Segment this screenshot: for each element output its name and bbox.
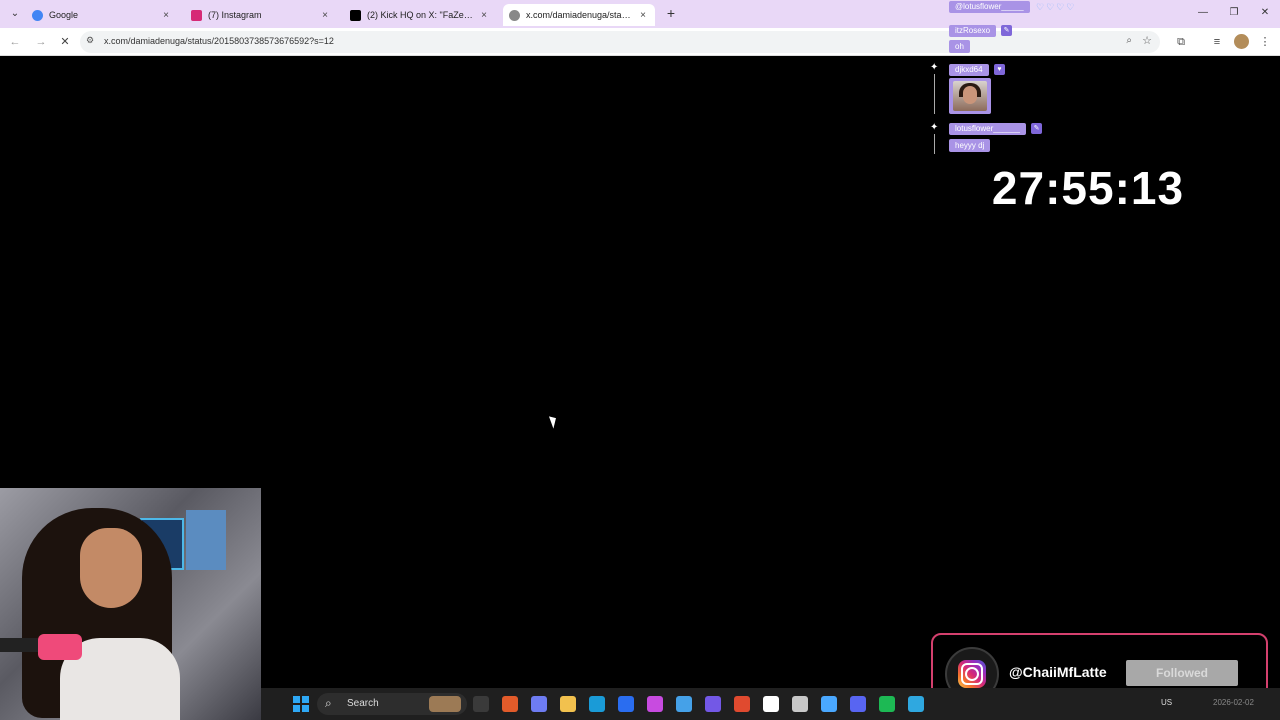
thread-line: [934, 74, 935, 114]
maximize-button[interactable]: ❐: [1227, 7, 1241, 18]
taskbar-app-icon[interactable]: [792, 696, 808, 712]
background-poster: [186, 510, 226, 570]
search-icon: ⌕: [325, 696, 332, 710]
taskbar-search[interactable]: ⌕ Search: [317, 693, 467, 715]
chat-message: oh: [949, 40, 970, 53]
windows-start-icon[interactable]: [293, 696, 309, 712]
close-icon[interactable]: ×: [160, 10, 172, 21]
tray-language: US: [1161, 698, 1173, 707]
taskbar-app-icon[interactable]: [502, 696, 518, 712]
stream-chat-overlay: @lotusflower_____ ♡♡♡♡ itzRosexo ✎ oh ✦ …: [930, 0, 1130, 160]
search-label: Search: [347, 698, 379, 709]
site-info-icon[interactable]: ⚙: [86, 35, 94, 46]
chat-username: djkxd64: [949, 64, 989, 76]
webcam-feed: [0, 488, 261, 720]
x-icon: [350, 9, 361, 21]
windows-taskbar: ⌕ Search US 2026-02-02: [261, 688, 1280, 720]
chat-username: lotusflower______: [949, 123, 1026, 135]
photo: [953, 81, 987, 111]
instagram-handle: @ChaiiMfLatte: [1009, 664, 1107, 680]
menu-icon[interactable]: ⋮: [1258, 35, 1272, 49]
heart-icons: ♡♡♡♡: [1036, 2, 1077, 12]
taskbar-app-icon[interactable]: [763, 696, 779, 712]
heart-badge-icon: ♥: [994, 64, 1005, 75]
taskbar-app-icon[interactable]: [705, 696, 721, 712]
microphone: [38, 634, 82, 660]
tray-date: 2026-02-02: [1213, 698, 1254, 707]
mouse-cursor-icon: [548, 414, 560, 429]
taskbar-app-icon[interactable]: [560, 696, 576, 712]
taskbar-app-icon[interactable]: [618, 696, 634, 712]
tab-title: (2) Kick HQ on X: "FaZe Silky we: [367, 10, 474, 20]
tab-title: x.com/damiadenuga/status/20: [526, 10, 633, 20]
taskbar-app-icon[interactable]: [821, 696, 837, 712]
stream-timer: 27:55:13: [991, 162, 1185, 214]
tab-title: (7) Instagram: [208, 10, 262, 20]
loading-icon: [509, 9, 520, 21]
taskbar-app-icon[interactable]: [734, 696, 750, 712]
tab-title: Google: [49, 10, 79, 20]
search-highlight-image: [429, 696, 461, 712]
window-close-button[interactable]: ✕: [1258, 7, 1272, 18]
taskbar-app-icon[interactable]: [473, 696, 489, 712]
media-controls-icon[interactable]: ≡: [1210, 35, 1224, 49]
close-icon[interactable]: ×: [319, 10, 331, 21]
forward-button[interactable]: →: [34, 35, 48, 49]
chat-message: heyyy dj: [949, 139, 991, 152]
chat-username: @lotusflower_____: [949, 1, 1030, 13]
tab-google[interactable]: Google ×: [26, 4, 178, 26]
tab-search-icon[interactable]: ⌄: [8, 7, 22, 21]
thread-line: [934, 134, 935, 154]
sparkle-icon: ✦: [930, 62, 939, 73]
back-button[interactable]: ←: [8, 35, 22, 49]
close-icon[interactable]: ×: [478, 10, 490, 21]
chat-username: itzRosexo: [949, 25, 997, 37]
profile-avatar[interactable]: [1234, 34, 1249, 49]
stop-loading-button[interactable]: ✕: [58, 35, 72, 49]
screen: ⌄ Google × (7) Instagram × (2) Kick HQ o…: [0, 0, 1280, 720]
bookmark-star-icon[interactable]: ☆: [1142, 34, 1152, 47]
new-tab-button[interactable]: +: [664, 6, 678, 20]
address-url[interactable]: x.com/damiadenuga/status/201580373857367…: [104, 36, 334, 46]
extensions-icon[interactable]: ⧉: [1174, 35, 1188, 49]
instagram-icon: [191, 9, 202, 21]
pencil-badge-icon: ✎: [1031, 123, 1042, 134]
taskbar-app-icon[interactable]: [676, 696, 692, 712]
taskbar-app-icon[interactable]: [647, 696, 663, 712]
tab-instagram[interactable]: (7) Instagram ×: [185, 4, 337, 26]
sparkle-icon: ✦: [930, 122, 939, 133]
minimize-button[interactable]: —: [1196, 7, 1210, 18]
taskbar-app-icon[interactable]: [850, 696, 866, 712]
tab-x-status[interactable]: x.com/damiadenuga/status/20 ×: [503, 4, 655, 26]
taskbar-app-icon[interactable]: [531, 696, 547, 712]
chat-image: [949, 78, 991, 114]
close-icon[interactable]: ×: [637, 10, 649, 21]
tab-x-kick[interactable]: (2) Kick HQ on X: "FaZe Silky we ×: [344, 4, 496, 26]
pencil-badge-icon: ✎: [1001, 25, 1012, 36]
taskbar-app-icon[interactable]: [879, 696, 895, 712]
google-icon: [32, 9, 43, 21]
followed-button[interactable]: Followed: [1126, 660, 1238, 686]
taskbar-app-icon[interactable]: [908, 696, 924, 712]
taskbar-app-icon[interactable]: [589, 696, 605, 712]
